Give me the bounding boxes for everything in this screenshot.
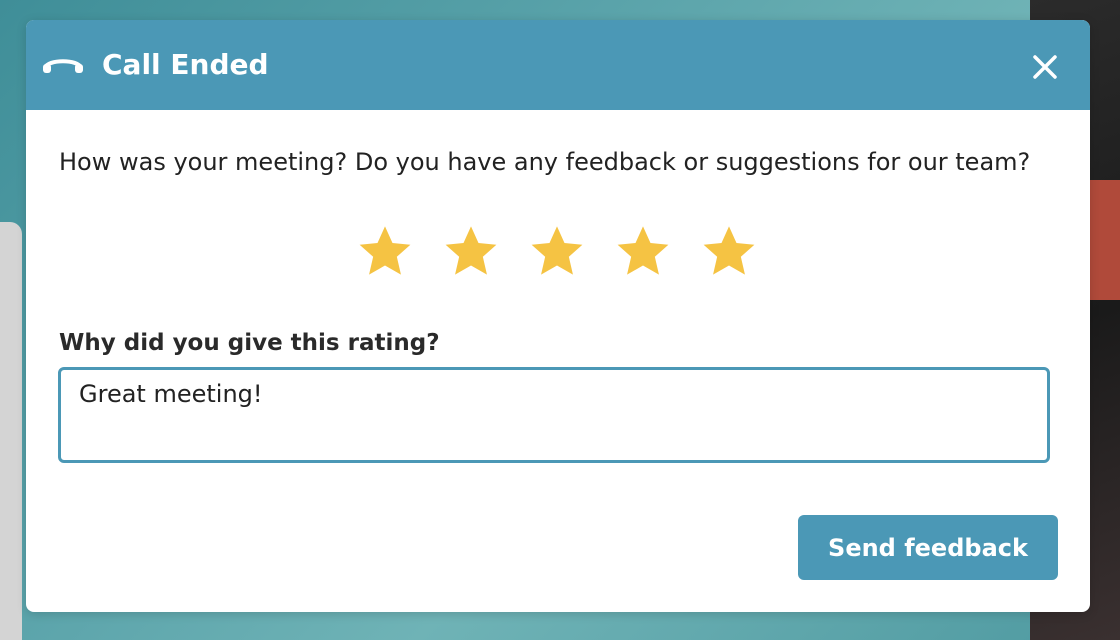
star-icon[interactable]: [700, 222, 758, 280]
star-icon[interactable]: [356, 222, 414, 280]
star-icon[interactable]: [614, 222, 672, 280]
background-accent: [1088, 180, 1120, 300]
feedback-question: How was your meeting? Do you have any fe…: [59, 148, 1031, 176]
rating-reason-input[interactable]: [58, 367, 1050, 463]
close-icon[interactable]: [1026, 48, 1064, 86]
send-feedback-button[interactable]: Send feedback: [798, 515, 1058, 580]
star-icon[interactable]: [442, 222, 500, 280]
phone-hangup-icon: [43, 59, 83, 73]
star-rating[interactable]: [356, 222, 766, 282]
background-panel: [0, 222, 22, 640]
dialog-title: Call Ended: [102, 48, 269, 81]
rating-reason-label: Why did you give this rating?: [59, 330, 440, 356]
dialog-header: Call Ended: [26, 20, 1090, 110]
call-ended-dialog: Call Ended How was your meeting? Do you …: [26, 20, 1090, 612]
star-icon[interactable]: [528, 222, 586, 280]
